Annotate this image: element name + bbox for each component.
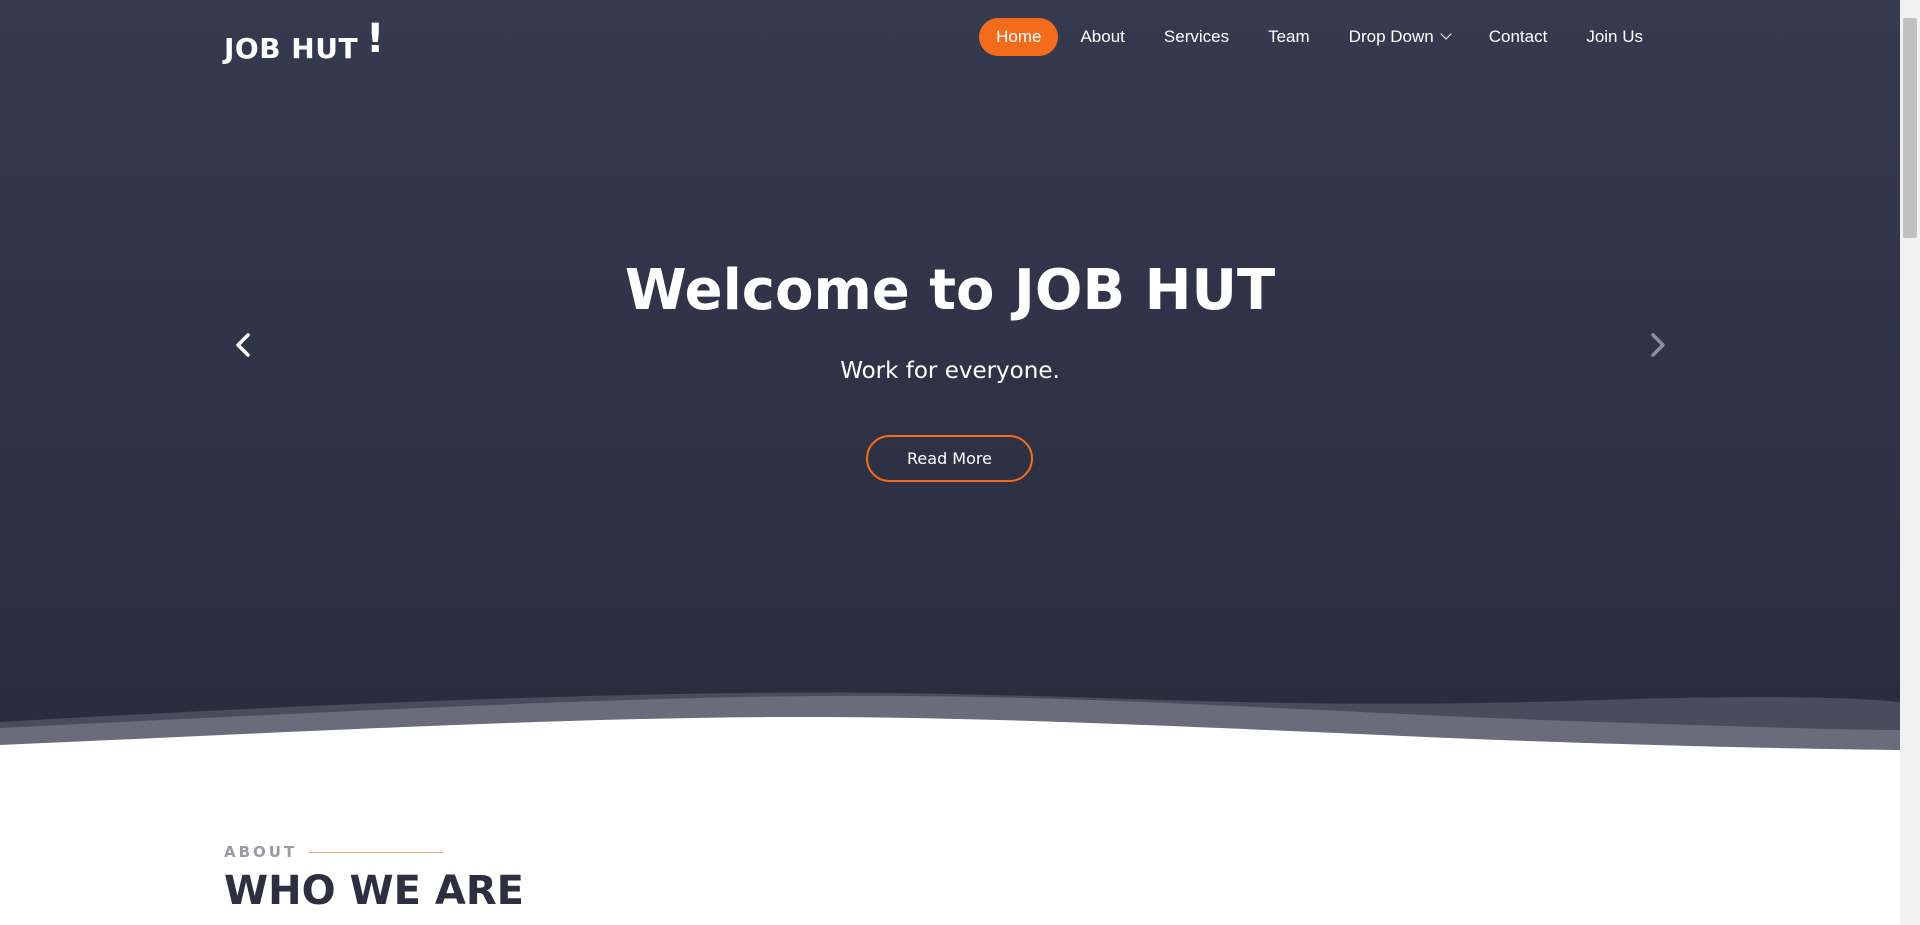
site-logo[interactable]: JOB HUT!: [224, 16, 385, 68]
hero-title: Welcome to JOB HUT: [624, 258, 1276, 323]
nav-item-label: About: [1080, 27, 1125, 46]
about-eyebrow: ABOUT: [224, 843, 444, 861]
carousel-next-button[interactable]: [1642, 330, 1672, 360]
nav-item-label: Home: [996, 27, 1042, 46]
about-divider-line: [309, 851, 444, 853]
about-label: ABOUT: [224, 843, 298, 861]
scrollbar-thumb[interactable]: [1903, 18, 1917, 238]
nav-item-services[interactable]: Services: [1147, 18, 1246, 56]
logo-text: JOB HUT: [224, 32, 359, 65]
nav-item-about[interactable]: About: [1063, 18, 1141, 56]
nav-item-label: Join Us: [1586, 27, 1643, 46]
logo-mark: !: [366, 16, 385, 62]
site-header: JOB HUT! Home About Services Team Drop D…: [0, 0, 1900, 72]
nav-item-drop-down[interactable]: Drop Down: [1332, 18, 1467, 56]
nav-item-home[interactable]: Home: [979, 18, 1059, 56]
hero-subtitle: Work for everyone.: [840, 358, 1060, 384]
nav-item-label: Contact: [1488, 27, 1548, 46]
nav-item-contact[interactable]: Contact: [1472, 18, 1565, 56]
about-title: WHO WE ARE: [224, 868, 524, 914]
chevron-right-icon: [1651, 333, 1665, 357]
page-scrollbar[interactable]: [1900, 0, 1920, 925]
nav-item-team[interactable]: Team: [1251, 18, 1327, 56]
main-nav: Home About Services Team Drop Down Conta…: [974, 18, 1660, 56]
chevron-down-icon: [1440, 28, 1452, 40]
read-more-button[interactable]: Read More: [866, 435, 1033, 482]
nav-item-join-us[interactable]: Join Us: [1569, 18, 1660, 56]
page: JOB HUT! Home About Services Team Drop D…: [0, 0, 1900, 925]
hero-section: JOB HUT! Home About Services Team Drop D…: [0, 0, 1900, 760]
nav-item-label: Team: [1268, 27, 1310, 46]
nav-item-label: Services: [1163, 27, 1230, 46]
hero-wave-divider: [0, 692, 1900, 760]
carousel-prev-button[interactable]: [229, 330, 259, 360]
chevron-left-icon: [236, 333, 250, 357]
nav-item-label: Drop Down: [1348, 27, 1434, 46]
